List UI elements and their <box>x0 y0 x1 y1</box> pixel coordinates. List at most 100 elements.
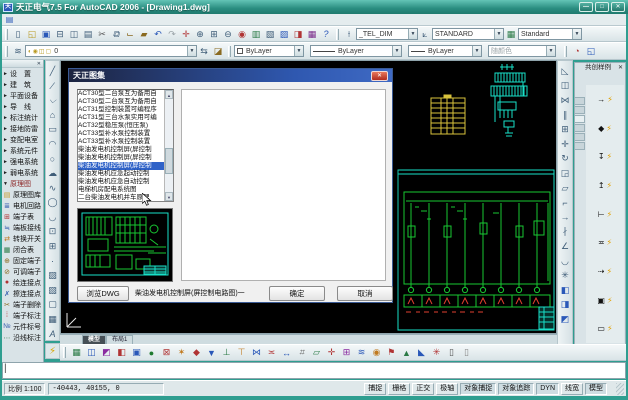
tz-tool-icon[interactable]: ⋈ <box>249 346 264 360</box>
offset-icon[interactable]: ∥ <box>559 108 572 123</box>
palette-tool[interactable]: ↧ ⚡ <box>586 142 624 171</box>
dim-style-combo[interactable]: STANDARD▼ <box>432 28 504 40</box>
layer-previous-icon[interactable]: ⇆ <box>197 45 211 58</box>
tz-tool-icon[interactable]: ⚑ <box>384 346 399 360</box>
tz-tool-icon[interactable]: ◧ <box>114 346 129 360</box>
ok-button[interactable]: 确定 <box>269 286 325 301</box>
toolbar-grip[interactable] <box>564 46 567 57</box>
palette-tool[interactable]: ⇢ ⚡ <box>586 257 624 286</box>
list-scrollbar[interactable]: ▲ ▼ <box>164 90 173 201</box>
trim-icon[interactable]: ⌐ <box>559 195 572 210</box>
new-icon[interactable]: ▯ <box>11 28 25 41</box>
stretch-icon[interactable]: ▱ <box>559 181 572 196</box>
spline-icon[interactable]: ∿ <box>46 181 59 196</box>
polyline-icon[interactable]: ⌵ <box>46 93 59 108</box>
minimize-button[interactable]: — <box>579 2 593 12</box>
screen-menu-item[interactable]: ▤ 原理图库 <box>2 189 43 200</box>
tz-tool-b-icon[interactable]: ◱ <box>584 45 598 58</box>
tz-tool-icon[interactable]: ✛ <box>324 346 339 360</box>
mtext-icon[interactable]: A <box>46 327 59 342</box>
scale-icon[interactable]: ◲ <box>559 166 572 181</box>
mirror-icon[interactable]: ⋈ <box>559 93 572 108</box>
tz-tool-icon[interactable]: ↔ <box>279 346 294 360</box>
make-block-icon[interactable]: ⊞ <box>46 239 59 254</box>
page-icon[interactable]: ▯ <box>459 346 474 360</box>
palette-tool[interactable]: ▭ ⚡ <box>586 314 624 343</box>
erase-icon[interactable]: ◺ <box>559 64 572 79</box>
status-toggle[interactable]: 捕捉 <box>364 383 386 395</box>
gradient-icon[interactable]: ▧ <box>46 283 59 298</box>
help-icon[interactable]: ? <box>319 28 333 41</box>
palette-tool[interactable]: ◆ ⚡ <box>586 114 624 143</box>
screen-menu-item[interactable]: ≣ 电机回路 <box>2 200 43 211</box>
screen-menu-item[interactable]: № 元件标号 <box>2 321 43 332</box>
plot-preview-icon[interactable]: ◫ <box>67 28 81 41</box>
calculator-icon[interactable]: ▦ <box>305 28 319 41</box>
screen-menu-item[interactable]: ≒ 端板接线 <box>2 222 43 233</box>
properties-icon[interactable]: ▥ <box>249 28 263 41</box>
dialog-title-bar[interactable]: 天正图集 ✕ <box>69 69 392 82</box>
screen-menu-item[interactable]: ► 接地防雷 <box>2 123 43 134</box>
color-combo[interactable]: ByLayer ▼ <box>234 45 304 57</box>
redo-icon[interactable]: ↷ <box>165 28 179 41</box>
palette-tool[interactable]: ▣ ⚡ <box>586 286 624 315</box>
screen-menu-item[interactable]: ⇄ 转换开关 <box>2 233 43 244</box>
text-style-icon[interactable]: ⟊ <box>342 28 356 41</box>
atlas-list-item[interactable]: ACT32型稳压泵(恒压泵) <box>78 122 164 130</box>
close-button[interactable]: ✕ <box>611 2 625 12</box>
publish-icon[interactable]: ▤ <box>81 28 95 41</box>
tz-tool-icon[interactable]: ≋ <box>354 346 369 360</box>
tz-tool-a-icon[interactable]: ◔ <box>570 45 584 58</box>
atlas-list-item[interactable]: ACT30型二台泵互为备用自 <box>78 98 164 106</box>
atlas-list-item[interactable]: 柴油发电机应急起动控制 <box>78 170 164 178</box>
tz-tool-icon[interactable]: ⊞ <box>339 346 354 360</box>
screen-menu-item[interactable]: ✗ 擦连接点 <box>2 288 43 299</box>
palette-tool[interactable]: ⊢ ⚡ <box>586 200 624 229</box>
screen-menu-item[interactable]: ▼ 原理图 <box>2 178 43 189</box>
status-toggle[interactable]: 模型 <box>585 383 607 395</box>
revcloud-icon[interactable]: ☁ <box>46 166 59 181</box>
explode-icon[interactable]: ✳ <box>559 268 572 283</box>
extend-icon[interactable]: → <box>559 210 572 225</box>
scroll-up-icon[interactable]: ▲ <box>165 90 173 99</box>
status-toggle[interactable]: 极轴 <box>436 383 458 395</box>
toolbar-grip[interactable] <box>228 46 231 57</box>
break-icon[interactable]: ∤ <box>559 225 572 240</box>
lineweight-combo[interactable]: ByLayer ▼ <box>408 45 482 57</box>
layout-tab[interactable]: 模型 <box>82 335 106 344</box>
scroll-down-icon[interactable]: ▼ <box>165 192 173 201</box>
tz-tool-icon[interactable]: ▼ <box>204 346 219 360</box>
screen-menu-item[interactable]: ► 导 线 <box>2 101 43 112</box>
chevron-down-icon[interactable]: ▼ <box>472 46 481 56</box>
toolpalettes-icon[interactable]: ▨ <box>277 28 291 41</box>
layer-manager-icon[interactable]: ≋ <box>11 45 25 58</box>
chevron-down-icon[interactable]: ▼ <box>408 29 417 39</box>
screen-menu-item[interactable]: ► 建 筑 <box>2 79 43 90</box>
tz-tool-icon[interactable]: ◉ <box>369 346 384 360</box>
screen-menu-item[interactable]: ✂ 端子删除 <box>2 299 43 310</box>
palette-tab[interactable] <box>575 115 585 123</box>
atlas-list-item[interactable]: 柴油发电机控制屏(屏控制 <box>78 154 164 162</box>
status-toggle[interactable]: DYN <box>536 383 559 395</box>
open-icon[interactable]: ◱ <box>25 28 39 41</box>
ellipse-icon[interactable]: ◯ <box>46 195 59 210</box>
screen-menu-item[interactable]: ⊞ 端子表 <box>2 211 43 222</box>
move-icon[interactable]: ✛ <box>559 137 572 152</box>
palette-tab[interactable] <box>575 133 585 141</box>
screen-menu-item[interactable]: ⁞ 端子标注 <box>2 310 43 321</box>
status-toggle[interactable]: 对象捕捉 <box>460 383 496 395</box>
cut-icon[interactable]: ✂ <box>95 28 109 41</box>
atlas-list-item[interactable]: 柴油发电机应急自动控制 <box>78 178 164 186</box>
toolbar-grip[interactable] <box>63 347 66 358</box>
maximize-button[interactable]: □ <box>595 2 609 12</box>
palette-tool[interactable]: ≖ ⚡ <box>586 228 624 257</box>
atlas-list-item[interactable]: ACT31型控制装置可编程序 <box>78 106 164 114</box>
layer-combo[interactable]: ◐◉◫▢ 0 ▼ <box>25 45 197 57</box>
plot-icon[interactable]: ⊟ <box>53 28 67 41</box>
tz-tool-icon[interactable]: ▲ <box>399 346 414 360</box>
screen-menu-item[interactable]: ⊕ 固定端子 <box>2 255 43 266</box>
palette-tab[interactable] <box>575 142 585 150</box>
zoom-realtime-icon[interactable]: ⊕ <box>193 28 207 41</box>
line-icon[interactable]: ╱ <box>46 64 59 79</box>
screen-menu-item[interactable]: ► 设 置 <box>2 68 43 79</box>
